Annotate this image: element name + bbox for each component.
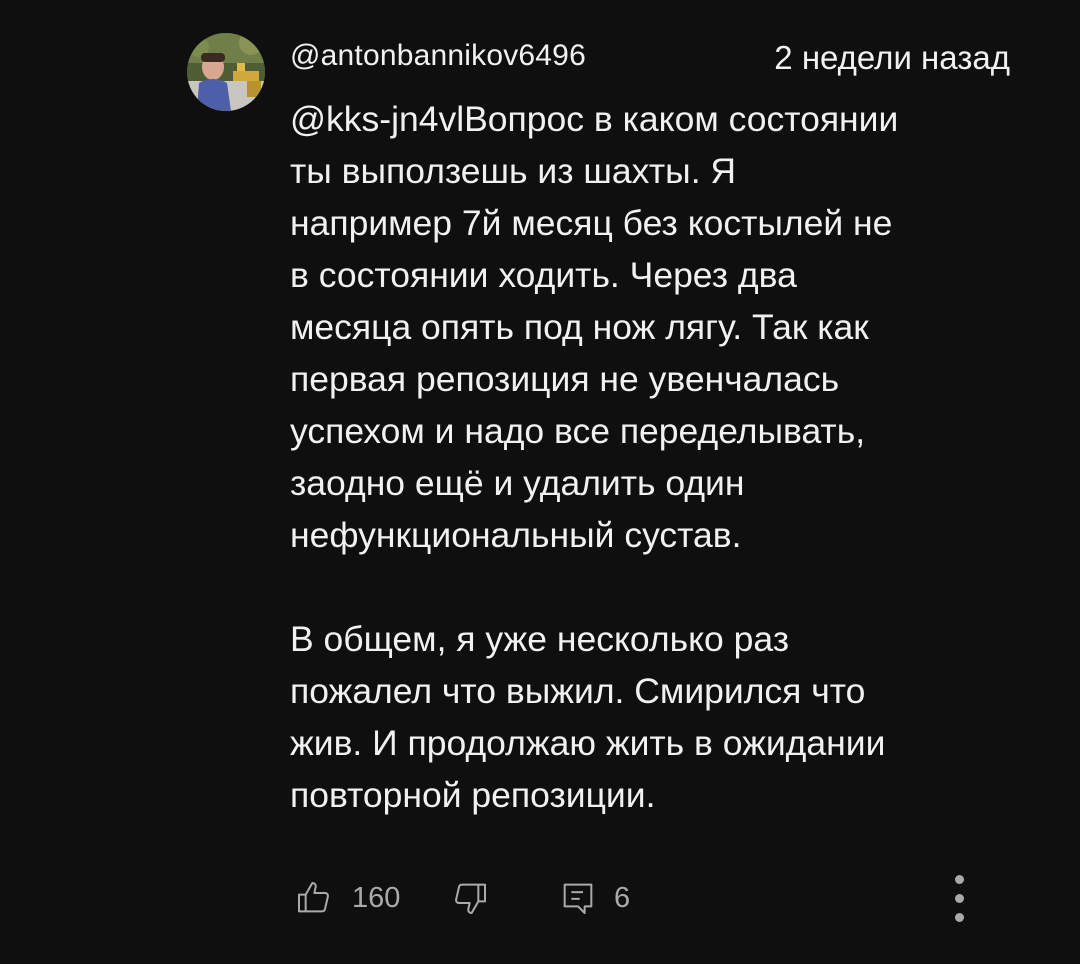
author-name[interactable]: @antonbannikov6496 bbox=[290, 38, 586, 74]
dislike-button[interactable] bbox=[450, 870, 490, 926]
reply-count: 6 bbox=[614, 882, 631, 914]
comment-thread: @antonbannikov6496 2 недели назад @kks-j… bbox=[0, 0, 1080, 964]
thumbs-down-icon bbox=[450, 878, 490, 918]
avatar-image bbox=[187, 33, 265, 111]
thumbs-up-icon bbox=[294, 878, 334, 918]
more-options-button[interactable] bbox=[943, 870, 977, 926]
like-button[interactable]: 160 bbox=[294, 870, 400, 926]
comment-header: @antonbannikov6496 2 недели назад bbox=[290, 38, 1010, 78]
avatar[interactable] bbox=[187, 33, 265, 111]
comment-text: @kks-jn4vlВопрос в каком состоянии ты вы… bbox=[290, 93, 1035, 821]
comment-timestamp[interactable]: 2 недели назад bbox=[774, 40, 1010, 76]
comment-paragraph: В общем, я уже несколько раз пожалел что… bbox=[290, 619, 886, 815]
like-count: 160 bbox=[352, 882, 401, 914]
replies-button[interactable]: 6 bbox=[558, 870, 630, 926]
reply-comment-icon bbox=[558, 878, 598, 918]
comment-actions: 160 6 bbox=[290, 870, 990, 926]
comment-paragraph: @kks-jn4vlВопрос в каком состоянии ты вы… bbox=[290, 99, 899, 555]
